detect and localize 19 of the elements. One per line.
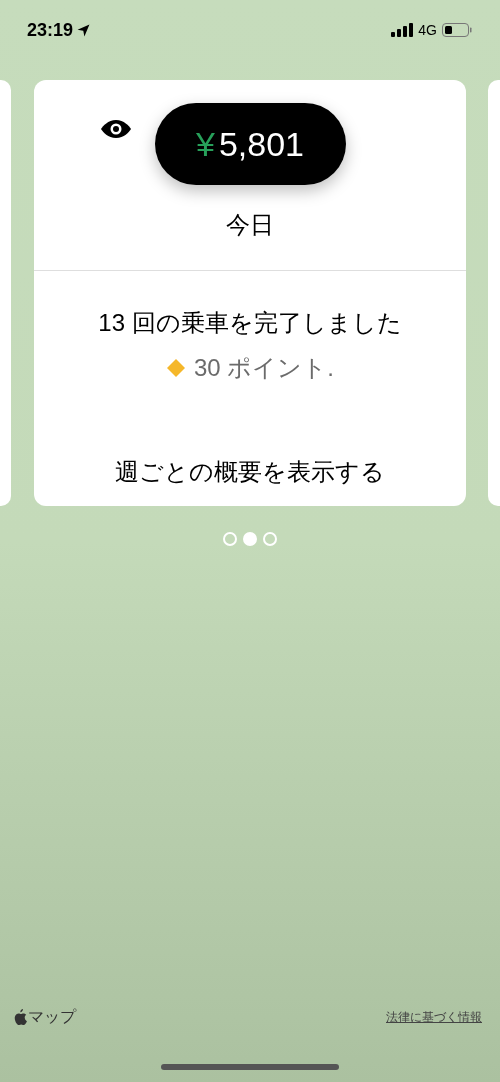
location-arrow-icon [77, 23, 91, 37]
maps-label: マップ [28, 1007, 76, 1027]
network-label: 4G [418, 20, 437, 40]
signal-icon [391, 23, 414, 37]
points-label: 30 ポイント. [194, 353, 334, 383]
battery-icon [442, 23, 472, 37]
weekly-summary-link[interactable]: 週ごとの概要を表示する [115, 454, 385, 490]
earnings-amount: 5,801 [218, 123, 304, 165]
status-time: 23:19 [27, 18, 74, 42]
currency-symbol: ¥ [196, 123, 215, 165]
period-label: 今日 [226, 210, 274, 240]
earnings-pill[interactable]: ¥5,801 [154, 103, 346, 185]
side-card[interactable] [488, 80, 500, 506]
legal-info-link[interactable]: 法律に基づく情報 [386, 1008, 482, 1026]
apple-logo-icon [14, 1009, 27, 1025]
diamond-icon [166, 358, 186, 378]
rides-summary: 13 回の乗車を完了しました [98, 308, 402, 338]
side-card[interactable] [0, 80, 11, 506]
eye-icon[interactable] [101, 120, 131, 138]
